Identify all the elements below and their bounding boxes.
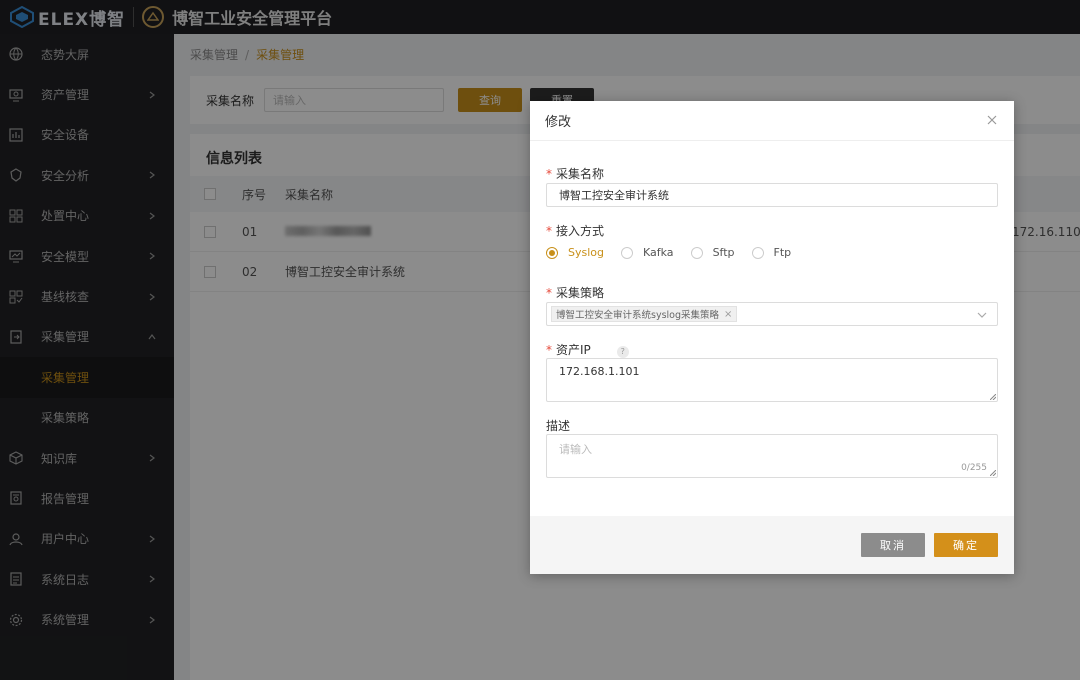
radio-dot bbox=[621, 246, 633, 259]
radio-sftp[interactable]: Sftp bbox=[690, 246, 735, 259]
asset-ip-label: * 资产IP? bbox=[546, 341, 629, 358]
description-label: 描述 bbox=[546, 419, 571, 433]
edit-dialog: 修改 * 采集名称 博智工控安全审计系统 * 接入方式 Syslog Kafka S… bbox=[530, 101, 1014, 574]
dialog-footer: 取消 确定 bbox=[530, 516, 1014, 574]
collection-name-input[interactable]: 博智工控安全审计系统 bbox=[546, 183, 998, 207]
asset-ip-textarea[interactable]: 172.168.1.101 bbox=[546, 358, 998, 402]
dialog-title: 修改 bbox=[545, 115, 572, 130]
policy-label: * 采集策略 bbox=[546, 286, 605, 300]
policy-select[interactable]: 博智工控安全审计系统syslog采集策略 × bbox=[546, 302, 998, 326]
resize-handle-icon[interactable] bbox=[990, 394, 996, 400]
radio-label: Ftp bbox=[773, 246, 792, 259]
dialog-header: 修改 bbox=[530, 101, 1014, 141]
radio-label: Syslog bbox=[568, 246, 604, 259]
resize-handle-icon[interactable] bbox=[990, 470, 996, 476]
radio-label: Kafka bbox=[643, 246, 674, 259]
description-textarea[interactable]: 请输入 0/255 bbox=[546, 434, 998, 478]
char-counter: 0/255 bbox=[961, 463, 987, 473]
help-icon[interactable]: ? bbox=[616, 346, 629, 358]
description-placeholder: 请输入 bbox=[559, 443, 592, 456]
chevron-down-icon bbox=[977, 312, 987, 318]
collection-name-value: 博智工控安全审计系统 bbox=[559, 189, 669, 202]
close-icon[interactable] bbox=[986, 114, 998, 126]
policy-tag-label: 博智工控安全审计系统syslog采集策略 bbox=[556, 310, 720, 321]
radio-ftp[interactable]: Ftp bbox=[751, 246, 792, 259]
radio-dot bbox=[751, 246, 764, 259]
radio-dot bbox=[546, 246, 558, 259]
policy-tag: 博智工控安全审计系统syslog采集策略 × bbox=[551, 306, 738, 322]
radio-kafka[interactable]: Kafka bbox=[621, 246, 674, 259]
access-method-radio-group: Syslog Kafka Sftp Ftp bbox=[546, 246, 808, 259]
radio-dot bbox=[690, 246, 703, 259]
radio-syslog[interactable]: Syslog bbox=[546, 246, 604, 259]
tag-remove-icon[interactable]: × bbox=[724, 309, 732, 320]
asset-ip-value: 172.168.1.101 bbox=[559, 365, 640, 378]
radio-label: Sftp bbox=[712, 246, 735, 259]
cancel-button[interactable]: 取消 bbox=[861, 533, 925, 557]
name-field-label: * 采集名称 bbox=[546, 167, 605, 181]
confirm-button[interactable]: 确定 bbox=[934, 533, 998, 557]
access-method-label: * 接入方式 bbox=[546, 224, 605, 238]
